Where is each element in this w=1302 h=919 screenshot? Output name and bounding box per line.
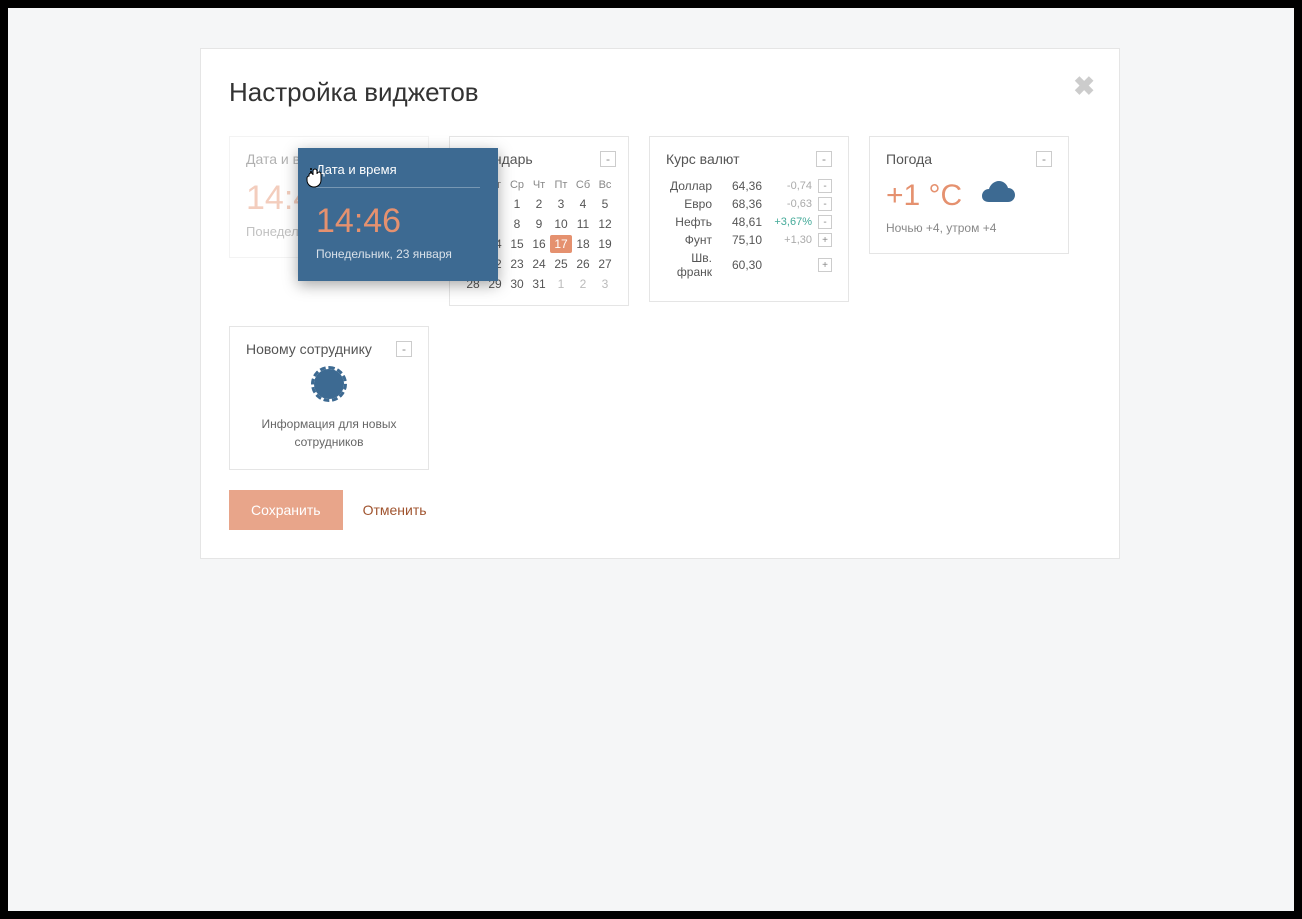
calendar-day[interactable]: 1 <box>550 275 572 293</box>
weather-subtitle: Ночью +4, утром +4 <box>886 221 1052 235</box>
calendar-day[interactable]: 5 <box>594 195 616 213</box>
minimize-button[interactable]: - <box>1036 151 1052 167</box>
currency-name: Доллар <box>666 179 720 193</box>
calendar-day[interactable]: 15 <box>506 235 528 253</box>
calendar-day[interactable]: 3 <box>594 275 616 293</box>
currency-row: Фунт75,10+1,30 + <box>666 233 832 247</box>
calendar-day[interactable]: 8 <box>506 215 528 233</box>
widget-header: Новому сотруднику - <box>246 341 412 357</box>
currency-row: Шв. франк60,30 + <box>666 251 832 279</box>
calendar-day-header: Чт <box>528 179 550 193</box>
currency-name: Шв. франк <box>666 251 720 279</box>
employee-text: Информация для новых сотрудников <box>246 415 412 451</box>
dragging-datetime-widget[interactable]: Дата и время 14:46 Понедельник, 23 январ… <box>298 148 498 281</box>
currency-row: Евро68,36-0,63- <box>666 197 832 211</box>
currency-value: 75,10 <box>720 233 762 247</box>
calendar-day[interactable]: 1 <box>506 195 528 213</box>
calendar-day-header: Пт <box>550 179 572 193</box>
minimize-button[interactable]: - <box>816 151 832 167</box>
currency-widget[interactable]: Курс валют - Доллар64,36-0,74-Евро68,36-… <box>649 136 849 302</box>
badge-icon <box>314 369 344 399</box>
widget-header: Погода - <box>886 151 1052 167</box>
calendar-day[interactable]: 3 <box>550 195 572 213</box>
currency-name: Нефть <box>666 215 720 229</box>
modal-buttons: Сохранить Отменить <box>229 490 1091 530</box>
save-button[interactable]: Сохранить <box>229 490 343 530</box>
widgets-row-2: Новому сотруднику - Информация для новых… <box>229 326 1091 470</box>
currency-row: Доллар64,36-0,74- <box>666 179 832 193</box>
currency-list: Доллар64,36-0,74-Евро68,36-0,63-Нефть48,… <box>666 179 832 279</box>
calendar-day[interactable]: 2 <box>528 195 550 213</box>
calendar-day[interactable]: 10 <box>550 215 572 233</box>
employee-widget[interactable]: Новому сотруднику - Информация для новых… <box>229 326 429 470</box>
calendar-day[interactable]: 26 <box>572 255 594 273</box>
currency-value: 64,36 <box>720 179 762 193</box>
floating-time: 14:46 <box>316 202 480 241</box>
floating-date: Понедельник, 23 января <box>316 247 480 261</box>
widget-header: Курс валют - <box>666 151 832 167</box>
calendar-day[interactable]: 27 <box>594 255 616 273</box>
weather-main: +1 °C <box>886 179 1052 213</box>
calendar-day-header: Ср <box>506 179 528 193</box>
calendar-day[interactable]: 9 <box>528 215 550 233</box>
calendar-day[interactable]: 12 <box>594 215 616 233</box>
currency-delta: -0,63 <box>762 198 812 210</box>
cancel-button[interactable]: Отменить <box>363 502 427 518</box>
weather-widget[interactable]: Погода - +1 °C Ночью +4, утром +4 <box>869 136 1069 254</box>
weather-temp: +1 °C <box>886 179 962 213</box>
calendar-day[interactable]: 30 <box>506 275 528 293</box>
calendar-day[interactable]: 31 <box>528 275 550 293</box>
close-button[interactable]: ✖ <box>1073 71 1095 102</box>
page-background: ✖ Настройка виджетов Дата и время - 14:4… <box>8 8 1294 911</box>
minimize-button[interactable]: - <box>396 341 412 357</box>
currency-name: Евро <box>666 197 720 211</box>
currency-name: Фунт <box>666 233 720 247</box>
calendar-day[interactable]: 24 <box>528 255 550 273</box>
minimize-button[interactable]: - <box>600 151 616 167</box>
calendar-day[interactable]: 2 <box>572 275 594 293</box>
currency-value: 68,36 <box>720 197 762 211</box>
calendar-day[interactable]: 17 <box>550 235 572 253</box>
calendar-day[interactable]: 4 <box>572 195 594 213</box>
currency-delta: +3,67% <box>762 216 812 228</box>
calendar-day[interactable]: 19 <box>594 235 616 253</box>
currency-value: 60,30 <box>720 258 762 272</box>
floating-title: Дата и время <box>316 162 480 188</box>
calendar-day-header: Вс <box>594 179 616 193</box>
calendar-day[interactable]: 11 <box>572 215 594 233</box>
modal-title: Настройка виджетов <box>229 77 1091 108</box>
calendar-day[interactable]: 16 <box>528 235 550 253</box>
currency-title: Курс валют <box>666 151 740 167</box>
widgets-settings-modal: ✖ Настройка виджетов Дата и время - 14:4… <box>200 48 1120 559</box>
calendar-day[interactable]: 18 <box>572 235 594 253</box>
currency-row: Нефть48,61+3,67%- <box>666 215 832 229</box>
currency-toggle[interactable]: + <box>818 233 832 247</box>
cloud-icon <box>978 180 1018 213</box>
weather-title: Погода <box>886 151 932 167</box>
calendar-day[interactable]: 23 <box>506 255 528 273</box>
currency-delta: -0,74 <box>762 180 812 192</box>
employee-title: Новому сотруднику <box>246 341 372 357</box>
currency-value: 48,61 <box>720 215 762 229</box>
currency-toggle[interactable]: - <box>818 215 832 229</box>
currency-toggle[interactable]: + <box>818 258 832 272</box>
currency-toggle[interactable]: - <box>818 179 832 193</box>
currency-toggle[interactable]: - <box>818 197 832 211</box>
currency-delta: +1,30 <box>762 234 812 246</box>
calendar-day[interactable]: 25 <box>550 255 572 273</box>
calendar-day-header: Сб <box>572 179 594 193</box>
